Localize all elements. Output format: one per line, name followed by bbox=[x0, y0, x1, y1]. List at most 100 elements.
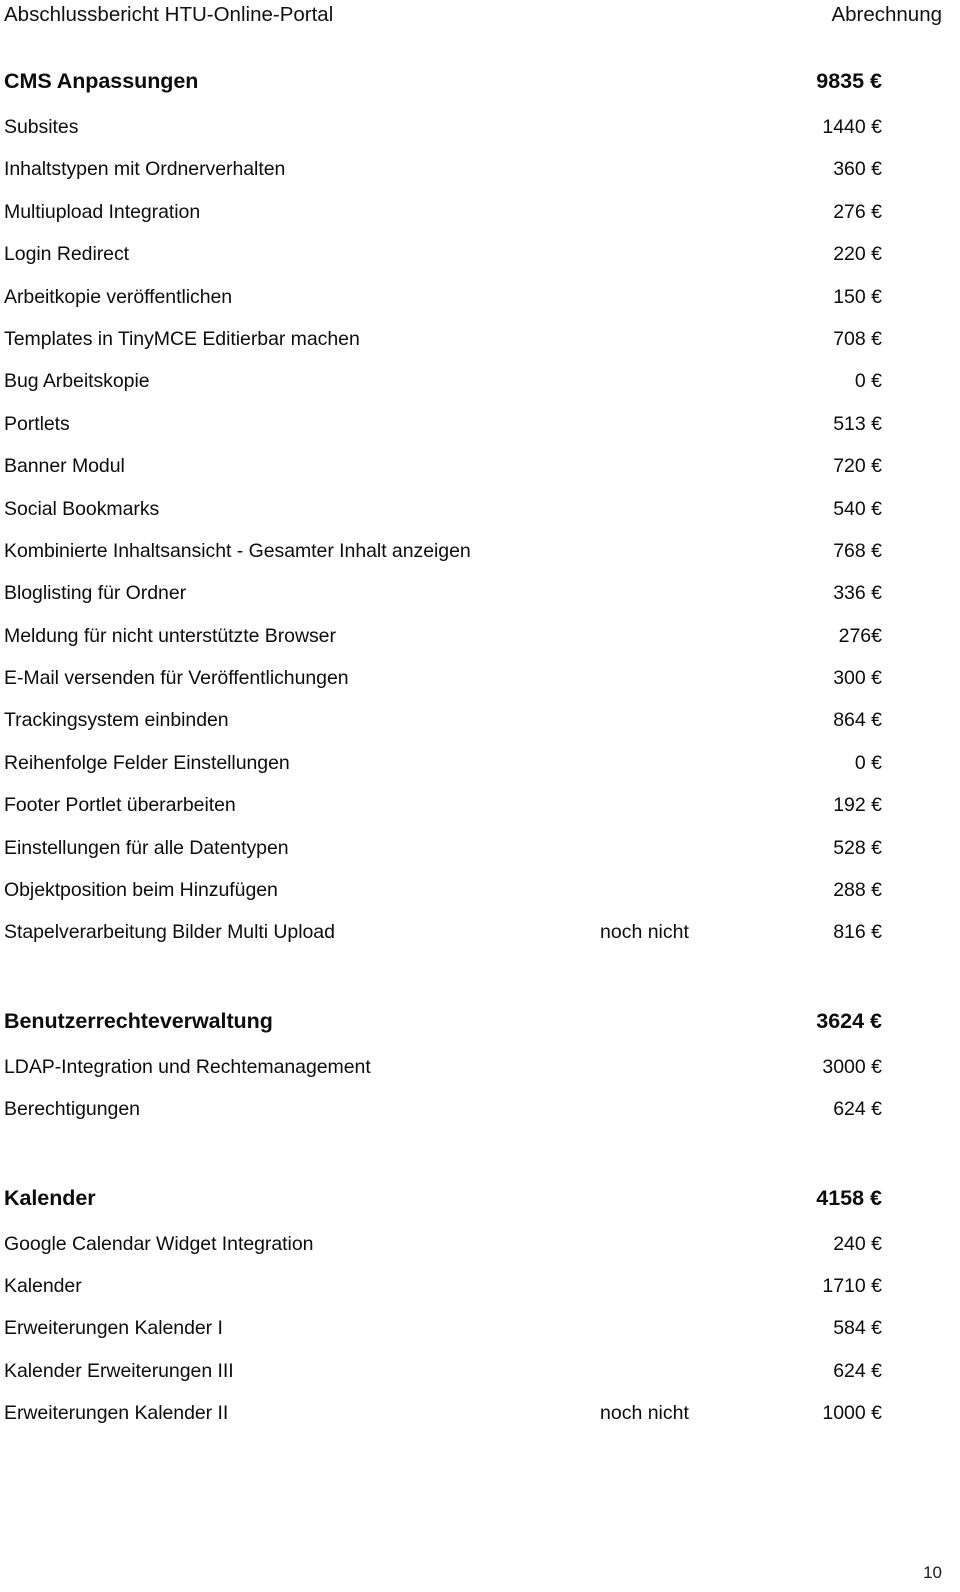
line-item-label: Inhaltstypen mit Ordnerverhalten bbox=[4, 158, 286, 181]
line-item-row: Bug Arbeitskopie 0 € bbox=[0, 368, 960, 410]
line-item-label: Bug Arbeitskopie bbox=[4, 370, 150, 393]
line-item-row: Berechtigungen 624 € bbox=[0, 1096, 960, 1138]
line-item-label: Stapelverarbeitung Bilder Multi Upload bbox=[4, 921, 335, 944]
line-item-label: Bloglisting für Ordner bbox=[4, 582, 187, 605]
line-item-row: Kombinierte Inhaltsansicht - Gesamter In… bbox=[0, 538, 960, 580]
line-item-row: Trackingsystem einbinden 864 € bbox=[0, 707, 960, 749]
line-item-row: LDAP-Integration und Rechtemanagement 300… bbox=[0, 1054, 960, 1096]
line-item-amount: 288 € bbox=[833, 879, 882, 902]
line-item-label: Subsites bbox=[4, 116, 79, 138]
line-item-row: Portlets 513 € bbox=[0, 411, 960, 453]
line-item-row: Reihenfolge Felder Einstellungen 0 € bbox=[0, 750, 960, 792]
line-item-row: Social Bookmarks 540 € bbox=[0, 496, 960, 538]
line-item-amount: 1710 € bbox=[822, 1274, 882, 1297]
line-item-label: Google Calendar Widget Integration bbox=[4, 1232, 314, 1255]
line-item-label: Templates in TinyMCE Editierbar machen bbox=[4, 327, 360, 350]
line-item-label: Einstellungen für alle Datentypen bbox=[4, 836, 289, 859]
line-item-amount: 528 € bbox=[833, 836, 882, 859]
line-item-row: Login Redirect 220 € bbox=[0, 241, 960, 283]
line-item-row: Erweiterungen Kalender II noch nicht 1000 … bbox=[0, 1400, 960, 1442]
section-total-amount: 9835 € bbox=[816, 69, 882, 93]
line-item-row: Objektposition beim Hinzufügen 288 € bbox=[0, 877, 960, 919]
document-title: Abschlussbericht HTU-Online-Portal bbox=[4, 3, 334, 26]
line-item-amount: 276 € bbox=[833, 200, 882, 223]
line-item-row: E-Mail versenden für Veröffentlichungen 3… bbox=[0, 665, 960, 707]
line-item-row: Footer Portlet überarbeiten 192 € bbox=[0, 792, 960, 834]
line-item-status-note: noch nicht bbox=[600, 921, 689, 944]
line-item-label: Kombinierte Inhaltsansicht - Gesamter In… bbox=[4, 539, 471, 562]
line-item-row: Templates in TinyMCE Editierbar machen 70… bbox=[0, 326, 960, 368]
line-item-label: Trackingsystem einbinden bbox=[4, 709, 229, 732]
line-item-row: Inhaltstypen mit Ordnerverhalten 360 € bbox=[0, 156, 960, 198]
section-title: CMS Anpassungen bbox=[4, 69, 199, 93]
line-item-row: Bloglisting für Ordner 336 € bbox=[0, 580, 960, 622]
line-item-label: Reihenfolge Felder Einstellungen bbox=[4, 751, 290, 774]
line-item-row: Meldung für nicht unterstützte Browser 27… bbox=[0, 623, 960, 665]
line-item-amount: 864 € bbox=[833, 709, 882, 732]
section-total-amount: 4158 € bbox=[816, 1185, 882, 1210]
page-number: 10 bbox=[923, 1563, 942, 1582]
line-item-label: Portlets bbox=[4, 412, 70, 435]
line-item-amount: 3000 € bbox=[822, 1055, 882, 1078]
line-item-amount: 624 € bbox=[833, 1098, 882, 1121]
line-item-label: Kalender Erweiterungen III bbox=[4, 1359, 234, 1382]
line-item-row: Stapelverarbeitung Bilder Multi Upload no… bbox=[0, 919, 960, 961]
line-item-label: Arbeitkopie veröffentlichen bbox=[4, 285, 233, 308]
line-item-amount: 1000 € bbox=[822, 1402, 882, 1425]
document-page: Abschlussbericht HTU-Online-Portal Abrec… bbox=[0, 0, 960, 1592]
line-item-amount: 720 € bbox=[833, 455, 882, 478]
line-item-amount: 0 € bbox=[854, 751, 882, 774]
line-item-row: Erweiterungen Kalender I 584 € bbox=[0, 1315, 960, 1357]
line-item-amount: 540 € bbox=[833, 497, 882, 520]
line-item-amount: 708 € bbox=[833, 327, 882, 350]
line-item-amount: 360 € bbox=[833, 158, 882, 181]
line-item-amount: 276€ bbox=[838, 624, 882, 647]
line-item-amount: 0 € bbox=[854, 370, 882, 393]
billing-ledger: CMS Anpassungen 9835 € Subsites 1440 € Inhal… bbox=[0, 68, 960, 1443]
line-item-amount: 220 € bbox=[833, 243, 882, 266]
line-item-row: Multiupload Integration 276 € bbox=[0, 199, 960, 241]
line-item-amount: 240 € bbox=[833, 1232, 882, 1255]
line-item-amount: 768 € bbox=[833, 539, 882, 562]
line-item-row: Banner Modul 720 € bbox=[0, 453, 960, 495]
line-item-status-note: noch nicht bbox=[600, 1402, 689, 1425]
line-item-amount: 336 € bbox=[833, 582, 882, 605]
line-item-label: Social Bookmarks bbox=[4, 497, 160, 520]
line-item-amount: 1440 € bbox=[822, 116, 882, 138]
line-item-label: Meldung für nicht unterstützte Browser bbox=[4, 624, 336, 647]
line-item-row: Subsites 1440 € bbox=[0, 114, 960, 156]
line-item-label: E-Mail versenden für Veröffentlichungen bbox=[4, 667, 349, 690]
section-heading-row: Benutzerrechteverwaltung 3624 € bbox=[0, 1008, 960, 1054]
line-item-row: Arbeitkopie veröffentlichen 150 € bbox=[0, 284, 960, 326]
line-item-amount: 192 € bbox=[833, 794, 882, 817]
line-item-amount: 150 € bbox=[833, 285, 882, 308]
line-item-label: Multiupload Integration bbox=[4, 200, 201, 223]
line-item-row: Google Calendar Widget Integration 240 € bbox=[0, 1231, 960, 1273]
line-item-row: Kalender 1710 € bbox=[0, 1273, 960, 1315]
section-heading-row: Kalender 4158 € bbox=[0, 1185, 960, 1231]
line-item-amount: 513 € bbox=[833, 412, 882, 435]
line-item-label: Banner Modul bbox=[4, 455, 125, 478]
line-item-amount: 816 € bbox=[833, 921, 882, 944]
line-item-label: Kalender bbox=[4, 1274, 82, 1297]
line-item-row: Einstellungen für alle Datentypen 528 € bbox=[0, 835, 960, 877]
section-total-amount: 3624 € bbox=[816, 1008, 882, 1033]
running-header: Abschlussbericht HTU-Online-Portal Abrec… bbox=[4, 2, 942, 32]
line-item-label: Login Redirect bbox=[4, 243, 130, 266]
section-heading-row: CMS Anpassungen 9835 € bbox=[0, 68, 960, 114]
line-item-amount: 300 € bbox=[833, 667, 882, 690]
line-item-label: Erweiterungen Kalender I bbox=[4, 1317, 223, 1340]
section-title: Kalender bbox=[4, 1185, 96, 1210]
line-item-row: Kalender Erweiterungen III 624 € bbox=[0, 1358, 960, 1400]
line-item-amount: 584 € bbox=[833, 1317, 882, 1340]
line-item-label: Objektposition beim Hinzufügen bbox=[4, 879, 278, 902]
line-item-label: Footer Portlet überarbeiten bbox=[4, 794, 236, 817]
line-item-label: Berechtigungen bbox=[4, 1098, 140, 1121]
line-item-label: LDAP-Integration und Rechtemanagement bbox=[4, 1055, 371, 1078]
line-item-label: Erweiterungen Kalender II bbox=[4, 1402, 229, 1425]
header-section-label: Abrechnung bbox=[831, 3, 942, 26]
line-item-amount: 624 € bbox=[833, 1359, 882, 1382]
section-title: Benutzerrechteverwaltung bbox=[4, 1008, 273, 1033]
